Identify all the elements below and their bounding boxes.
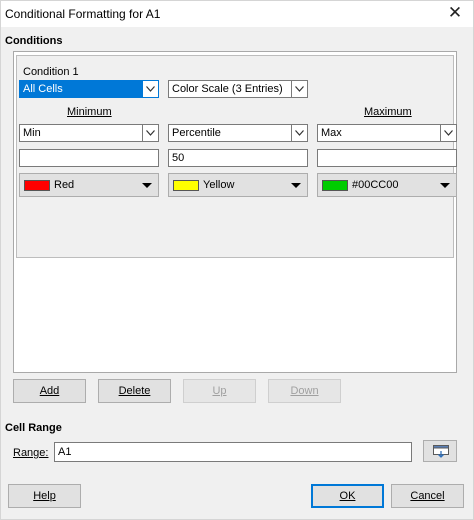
condition-label: Condition 1	[23, 66, 79, 78]
dropdown-arrow-icon	[142, 183, 152, 188]
scope-select-value: All Cells	[23, 83, 63, 95]
dropdown-arrow-icon	[440, 183, 450, 188]
mid-color-label: Yellow	[203, 179, 235, 191]
conditions-list[interactable]: Condition 1	[13, 51, 457, 373]
shrink-dialog-button[interactable]	[423, 440, 457, 462]
range-input[interactable]: A1	[54, 442, 412, 462]
type-select[interactable]: Color Scale (3 Entries)	[168, 80, 308, 98]
cancel-button-label: Cancel	[410, 490, 445, 502]
type-select-value: Color Scale (3 Entries)	[172, 83, 283, 95]
chevron-down-icon	[291, 125, 307, 141]
min-color-label: Red	[54, 179, 75, 191]
chevron-down-icon	[142, 81, 158, 97]
conditions-heading: Conditions	[5, 35, 63, 47]
chevron-down-icon	[440, 125, 456, 141]
dropdown-arrow-icon	[291, 183, 301, 188]
add-button[interactable]: Add	[13, 379, 86, 403]
delete-button-label: Delete	[118, 385, 151, 397]
max-type-value: Max	[321, 127, 342, 139]
help-button[interactable]: Help	[8, 484, 81, 508]
max-type-select[interactable]: Max	[317, 124, 457, 142]
mid-color-button[interactable]: Yellow	[168, 173, 308, 197]
down-button[interactable]: Down	[268, 379, 341, 403]
max-color-swatch	[322, 180, 348, 191]
down-button-label: Down	[290, 385, 319, 397]
mid-type-select[interactable]: Percentile	[168, 124, 308, 142]
minimum-label: Minimum	[67, 106, 112, 118]
chevron-down-icon	[291, 81, 307, 97]
max-value-input[interactable]	[317, 149, 457, 167]
chevron-down-icon	[142, 125, 158, 141]
shrink-icon	[433, 445, 449, 458]
scope-select[interactable]: All Cells	[19, 80, 159, 98]
min-type-select[interactable]: Min	[19, 124, 159, 142]
close-icon[interactable]: ✕	[445, 3, 465, 23]
mid-color-swatch	[173, 180, 199, 191]
help-button-label: Help	[33, 490, 56, 502]
window-title: Conditional Formatting for A1	[5, 7, 161, 21]
add-button-label: Add	[39, 385, 60, 397]
mid-value-text: 50	[172, 152, 185, 164]
min-color-button[interactable]: Red	[19, 173, 159, 197]
mid-value-input[interactable]: 50	[168, 149, 308, 167]
maximum-label: Maximum	[364, 106, 412, 118]
ok-button-label: OK	[339, 490, 356, 502]
up-button-label: Up	[212, 385, 227, 397]
up-button[interactable]: Up	[183, 379, 256, 403]
min-type-value: Min	[23, 127, 41, 139]
max-color-button[interactable]: #00CC00	[317, 173, 457, 197]
range-input-value: A1	[58, 446, 72, 458]
title-bar: Conditional Formatting for A1 ✕	[1, 1, 473, 27]
min-value-input[interactable]	[19, 149, 159, 167]
ok-button[interactable]: OK	[311, 484, 384, 508]
cell-range-heading: Cell Range	[5, 422, 62, 434]
mid-type-value: Percentile	[172, 127, 221, 139]
max-color-label: #00CC00	[352, 179, 399, 191]
conditional-formatting-dialog: Conditional Formatting for A1 ✕ Conditio…	[0, 0, 474, 520]
min-color-swatch	[24, 180, 50, 191]
range-label: Range:	[13, 447, 49, 459]
delete-button[interactable]: Delete	[98, 379, 171, 403]
cancel-button[interactable]: Cancel	[391, 484, 464, 508]
